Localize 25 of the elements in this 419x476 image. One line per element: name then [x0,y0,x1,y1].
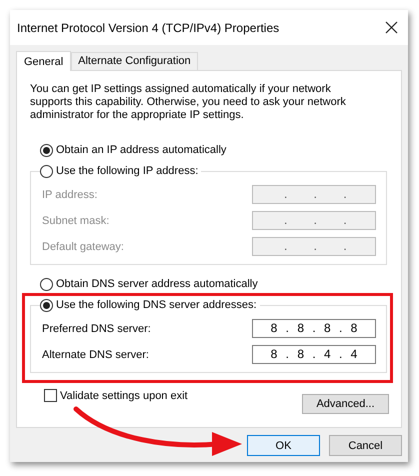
field-label: Subnet mask: [42,214,110,226]
window-title: Internet Protocol Version 4 (TCP/IPv4) Properties [17,20,280,34]
advanced-button[interactable]: Advanced... [302,394,389,414]
close-icon[interactable] [385,21,398,34]
radio-label: Obtain an IP address automatically [56,144,226,156]
field-label: Default gateway: [42,240,124,252]
radio-label: Use the following IP address: [56,165,198,177]
cancel-button[interactable]: Cancel [329,435,402,456]
tab[interactable]: General [16,51,72,71]
radio-button[interactable] [40,144,53,156]
field-label: Preferred DNS server: [42,322,151,334]
field-label: Alternate DNS server: [42,348,149,360]
tab[interactable]: Alternate Configuration [71,52,198,70]
checkbox[interactable] [44,389,57,402]
radio-label: Use the following DNS server addresses: [56,299,257,311]
ip-input-field[interactable]: 8 . 8 . 4 . 4 [252,345,376,364]
ip-input-field[interactable]: 8 . 8 . 8 . 8 [252,319,376,338]
radio-button[interactable] [40,298,53,312]
radio-button[interactable] [40,278,53,290]
radio-button[interactable] [40,164,53,178]
description-text: You can get IP settings assigned automatically if your network supports this capability. Otherwise, you need to ask your network administrator for the appropriate IP settings. [30,83,347,122]
field-label: IP address: [42,188,98,200]
radio-label: Obtain DNS server address automatically [56,278,258,290]
ok-button[interactable]: OK [247,435,320,456]
checkbox-label: Validate settings upon exit [60,390,188,402]
